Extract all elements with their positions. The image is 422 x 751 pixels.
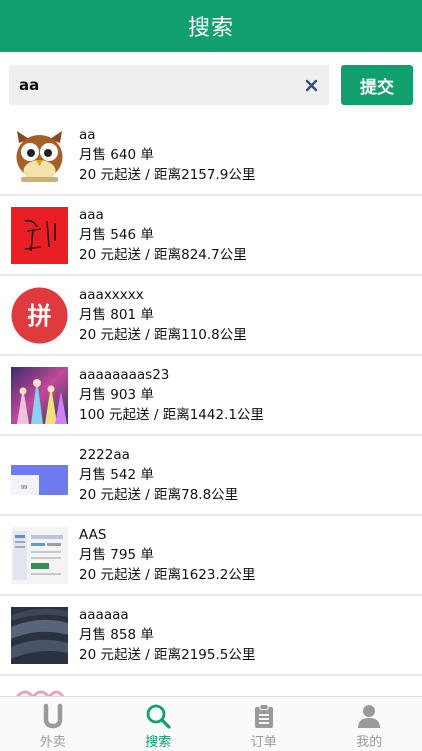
tab-label: 搜索 — [145, 735, 172, 750]
list-item[interactable]: AAS 月售 795 单 20 元起送 / 距离1623.2公里 — [0, 516, 422, 596]
tab-label: 外卖 — [39, 735, 66, 750]
shop-name: aa — [79, 127, 96, 143]
app-root: 搜索 提交 — [0, 0, 422, 751]
list-item[interactable]: testaaa — [0, 676, 422, 696]
page-header: 搜索 — [0, 0, 422, 52]
tab-mine[interactable]: 我的 — [317, 697, 422, 751]
shop-info: 20 元起送 / 距离1623.2公里 — [79, 567, 256, 583]
shop-sales: 月售 795 单 — [79, 547, 154, 563]
shop-thumbnail-blue: 99 — [11, 446, 68, 504]
shop-info: 20 元起送 / 距离110.8公里 — [79, 327, 247, 343]
shop-thumbnail-screenshot — [11, 526, 68, 584]
search-icon — [146, 704, 171, 729]
results-list: aa 月售 640 单 20 元起送 / 距离2157.9公里 aaa 月售 5… — [0, 116, 422, 696]
tab-search[interactable]: 搜索 — [106, 697, 212, 751]
list-item[interactable]: 99 2222aa 月售 542 单 20 元起送 / 距离78.8公里 — [0, 436, 422, 516]
bottom-tab-bar: 外卖 搜索 订单 我的 — [0, 696, 422, 751]
shop-info: 100 元起送 / 距离1442.1公里 — [79, 407, 264, 423]
clear-icon[interactable] — [303, 77, 319, 93]
shop-sales: 月售 542 单 — [79, 467, 154, 483]
shop-sales: 月售 903 单 — [79, 387, 154, 403]
list-item[interactable]: aaa 月售 546 单 20 元起送 / 距离824.7公里 — [0, 196, 422, 276]
list-item[interactable]: aa 月售 640 单 20 元起送 / 距离2157.9公里 — [0, 116, 422, 196]
shop-sales: 月售 801 单 — [79, 307, 154, 323]
shop-info: 20 元起送 / 距离2157.9公里 — [79, 167, 256, 183]
shop-thumbnail-fabric — [11, 606, 68, 664]
list-item[interactable]: 拼 aaaxxxxx 月售 801 单 20 元起送 / 距离110.8公里 — [0, 276, 422, 356]
shop-info: 20 元起送 / 距离2195.5公里 — [79, 647, 256, 663]
svg-text:99: 99 — [21, 485, 27, 491]
shop-name: aaaaaa — [79, 607, 129, 623]
shop-info: 20 元起送 / 距离78.8公里 — [79, 487, 239, 503]
shop-sales: 月售 546 单 — [79, 227, 154, 243]
svg-text:拼: 拼 — [28, 302, 52, 330]
user-icon — [358, 705, 381, 728]
shop-name: aaaaaaaas23 — [79, 367, 170, 383]
shop-info: 20 元起送 / 距离824.7公里 — [79, 247, 247, 263]
tab-orders[interactable]: 订单 — [211, 697, 317, 751]
search-bar: 提交 — [0, 52, 422, 116]
submit-button[interactable]: 提交 — [341, 65, 413, 105]
shop-name: aaaxxxxx — [79, 287, 144, 303]
clipboard-icon — [254, 704, 273, 728]
shop-thumbnail-red — [11, 206, 68, 264]
shop-name: AAS — [79, 527, 107, 543]
tab-label: 订单 — [250, 735, 277, 750]
shop-thumbnail-pin-logo: 拼 — [11, 287, 68, 344]
shop-thumbnail-pink — [11, 686, 68, 696]
shop-thumbnail-owl — [11, 126, 68, 184]
list-item[interactable]: aaaaaa 月售 858 单 20 元起送 / 距离2195.5公里 — [0, 596, 422, 676]
shop-name: 2222aa — [79, 447, 130, 463]
search-box — [9, 65, 329, 105]
search-input[interactable] — [19, 76, 303, 94]
shop-name: aaa — [79, 207, 104, 223]
page-title: 搜索 — [187, 16, 234, 41]
shop-sales: 月售 640 单 — [79, 147, 154, 163]
tab-takeout[interactable]: 外卖 — [0, 697, 106, 751]
takeout-icon — [43, 703, 62, 729]
tab-label: 我的 — [356, 735, 383, 750]
shop-sales: 月售 858 单 — [79, 627, 154, 643]
shop-thumbnail-anime — [11, 366, 68, 424]
list-item[interactable]: aaaaaaaas23 月售 903 单 100 元起送 / 距离1442.1公… — [0, 356, 422, 436]
